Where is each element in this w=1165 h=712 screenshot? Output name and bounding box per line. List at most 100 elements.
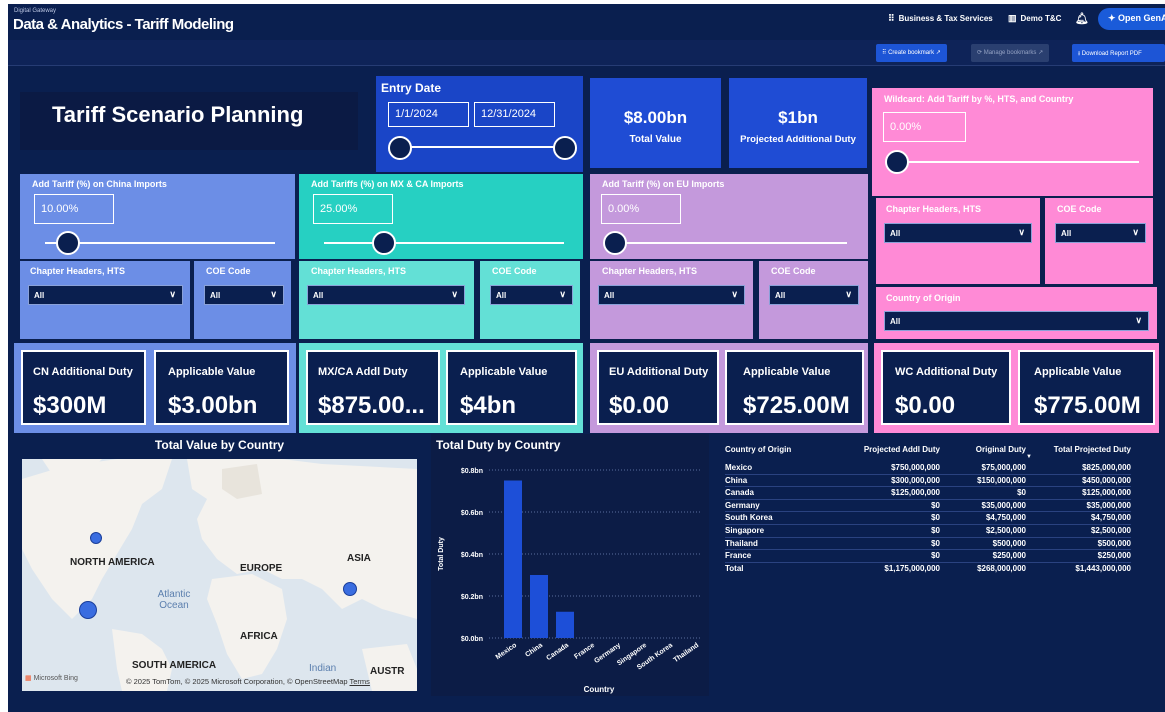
mxca-tariff-input[interactable]: 25.00%	[313, 194, 393, 224]
manage-bookmarks-button[interactable]: ⟳ Manage bookmarks ↗	[971, 44, 1050, 62]
nav-business-tax[interactable]: ⠿ Business & Tax Services	[888, 13, 993, 24]
eu-coe-select[interactable]: All ∨	[769, 285, 859, 305]
map-title: Total Value by Country	[154, 438, 285, 452]
mxca-tariff-track[interactable]	[324, 242, 564, 244]
mxca-chapter-label: Chapter Headers, HTS	[311, 266, 407, 276]
row-country: China	[725, 475, 748, 485]
wildcard-chapter-value: All	[890, 229, 901, 238]
mxca-coe-slicer: COE Code All ∨	[480, 261, 580, 339]
col-projected-header[interactable]: Projected Addl Duty	[845, 445, 940, 462]
row-projected-duty: $0	[931, 551, 940, 561]
mxca-duty-label: MX/CA Addl Duty	[318, 366, 408, 378]
row-original-duty: $35,000,000	[981, 500, 1027, 510]
mxca-coe-select[interactable]: All ∨	[490, 285, 573, 305]
china-coe-select[interactable]: All ∨	[204, 285, 284, 305]
dashboard-app: Digital Gateway Data & Analytics - Tarif…	[8, 4, 1165, 712]
row-original-duty: $2,500,000	[985, 525, 1026, 535]
map-terms-link[interactable]: Terms	[350, 677, 370, 686]
end-date-input[interactable]: 12/31/2024	[474, 102, 555, 127]
col-country-header[interactable]: Country of Origin	[725, 445, 845, 462]
col-total-header[interactable]: Total Projected Duty ▼	[1026, 445, 1131, 462]
bing-logo: ▦ Microsoft Bing	[25, 674, 78, 682]
table-row[interactable]: South Korea $0 $4,750,000 $4,750,000	[725, 512, 1131, 525]
bar-canada[interactable]	[556, 611, 574, 638]
chevron-down-icon: ∨	[845, 289, 852, 299]
microsoft-logo-icon: ▦	[25, 675, 34, 682]
map-attribution-text: © 2025 TomTom, © 2025 Microsoft Corporat…	[126, 677, 348, 686]
table-row[interactable]: China $300,000,000 $150,000,000 $450,000,00…	[725, 474, 1131, 487]
create-bookmark-button[interactable]: ⠿ Create bookmark ↗	[876, 44, 947, 62]
row-original-duty: $0	[1017, 488, 1026, 498]
wildcard-chapter-select[interactable]: All ∨	[884, 223, 1032, 243]
wildcard-tariff-input[interactable]: 0.00%	[883, 112, 966, 142]
table-row[interactable]: Germany $0 $35,000,000 $35,000,000	[725, 499, 1131, 512]
wildcard-coe-select[interactable]: All ∨	[1055, 223, 1146, 243]
row-country: Singapore	[725, 525, 765, 535]
x-tick-label: Mexico	[495, 642, 518, 661]
mxca-tariff-handle[interactable]	[372, 231, 396, 255]
date-range-start-handle[interactable]	[388, 136, 412, 160]
mxca-applicable-value: $4bn	[460, 392, 517, 419]
grid-icon: ⠿	[888, 13, 895, 23]
table-row[interactable]: Singapore $0 $2,500,000 $2,500,000	[725, 524, 1131, 538]
start-date-input[interactable]: 1/1/2024	[388, 102, 469, 127]
eu-tariff-handle[interactable]	[603, 231, 627, 255]
eu-applicable-label: Applicable Value	[743, 366, 831, 378]
china-tariff-input[interactable]: 10.00%	[34, 194, 114, 224]
china-chapter-select[interactable]: All ∨	[28, 285, 183, 305]
table-row[interactable]: Mexico $750,000,000 $75,000,000 $825,000,00…	[725, 462, 1131, 475]
table-row[interactable]: Canada $125,000,000 $0 $125,000,000	[725, 487, 1131, 500]
china-coe-slicer: COE Code All ∨	[194, 261, 291, 339]
duty-table: Country of Origin Projected Addl Duty Or…	[725, 445, 1131, 574]
row-projected-duty: $0	[931, 538, 940, 548]
download-pdf-label: Download Report PDF	[1081, 51, 1142, 57]
x-axis-label: Country	[584, 685, 615, 694]
bar-mexico[interactable]	[504, 480, 522, 639]
eu-tariff-track[interactable]	[615, 242, 847, 244]
eu-coe-value: All	[775, 291, 786, 300]
eu-chapter-select[interactable]: All ∨	[598, 285, 745, 305]
open-genai-button[interactable]: ✦ Open GenAI	[1098, 8, 1165, 30]
y-tick-label: $0.0bn	[461, 636, 483, 643]
date-range-end-handle[interactable]	[553, 136, 577, 160]
map-marker-china[interactable]	[343, 582, 357, 596]
wc-applicable-value: $775.00M	[1034, 392, 1141, 419]
map-marker-canada[interactable]	[90, 532, 102, 544]
row-country: Thailand	[725, 538, 758, 548]
eu-tariff-input[interactable]: 0.00%	[601, 194, 681, 224]
wc-duty-label: WC Additional Duty	[895, 366, 998, 378]
table-row[interactable]: Thailand $0 $500,000 $500,000	[725, 537, 1131, 550]
sparkle-icon: ✦	[1108, 13, 1119, 23]
table-row[interactable]: France $0 $250,000 $250,000	[725, 550, 1131, 563]
row-country: South Korea	[725, 513, 773, 523]
eu-applicable-value: $725.00M	[743, 392, 850, 419]
mxca-chapter-select[interactable]: All ∨	[307, 285, 465, 305]
external-link-icon: ↗	[934, 50, 941, 56]
row-country: France	[725, 551, 752, 561]
col-original-header[interactable]: Original Duty	[940, 445, 1026, 462]
wildcard-country-select[interactable]: All ∨	[884, 311, 1149, 331]
row-original-duty: $500,000	[992, 538, 1026, 548]
date-range-track[interactable]	[400, 146, 565, 148]
chevron-down-icon: ∨	[1018, 227, 1025, 237]
map-marker-mexico[interactable]	[79, 601, 97, 619]
nav-demo-tc[interactable]: ▥ Demo T&C	[1008, 13, 1061, 24]
bell-icon[interactable]: 🔔︎	[1075, 12, 1089, 25]
china-chapter-slicer: Chapter Headers, HTS All ∨	[20, 261, 190, 339]
world-map[interactable]: NORTH AMERICA EUROPE ASIA AFRICA SOUTH A…	[22, 459, 417, 691]
page-title: Tariff Scenario Planning	[52, 102, 304, 127]
wildcard-tariff-slicer: Wildcard: Add Tariff by %, HTS, and Coun…	[872, 88, 1153, 196]
wildcard-coe-value: All	[1061, 229, 1072, 238]
chevron-down-icon: ∨	[451, 289, 458, 299]
download-pdf-button[interactable]: ⭳ Download Report PDF	[1072, 44, 1165, 62]
row-projected-duty: $0	[931, 525, 940, 535]
mxca-chapter-value: All	[313, 291, 324, 300]
wildcard-tariff-handle[interactable]	[885, 150, 909, 174]
chevron-down-icon: ∨	[1135, 315, 1142, 325]
bar-china[interactable]	[530, 575, 548, 638]
wildcard-tariff-track[interactable]	[897, 161, 1139, 163]
map-label-europe: EUROPE	[240, 563, 283, 574]
entry-date-slicer: Entry Date 1/1/2024 12/31/2024	[376, 76, 583, 172]
china-tariff-handle[interactable]	[56, 231, 80, 255]
row-projected-duty: $750,000,000	[891, 463, 940, 472]
